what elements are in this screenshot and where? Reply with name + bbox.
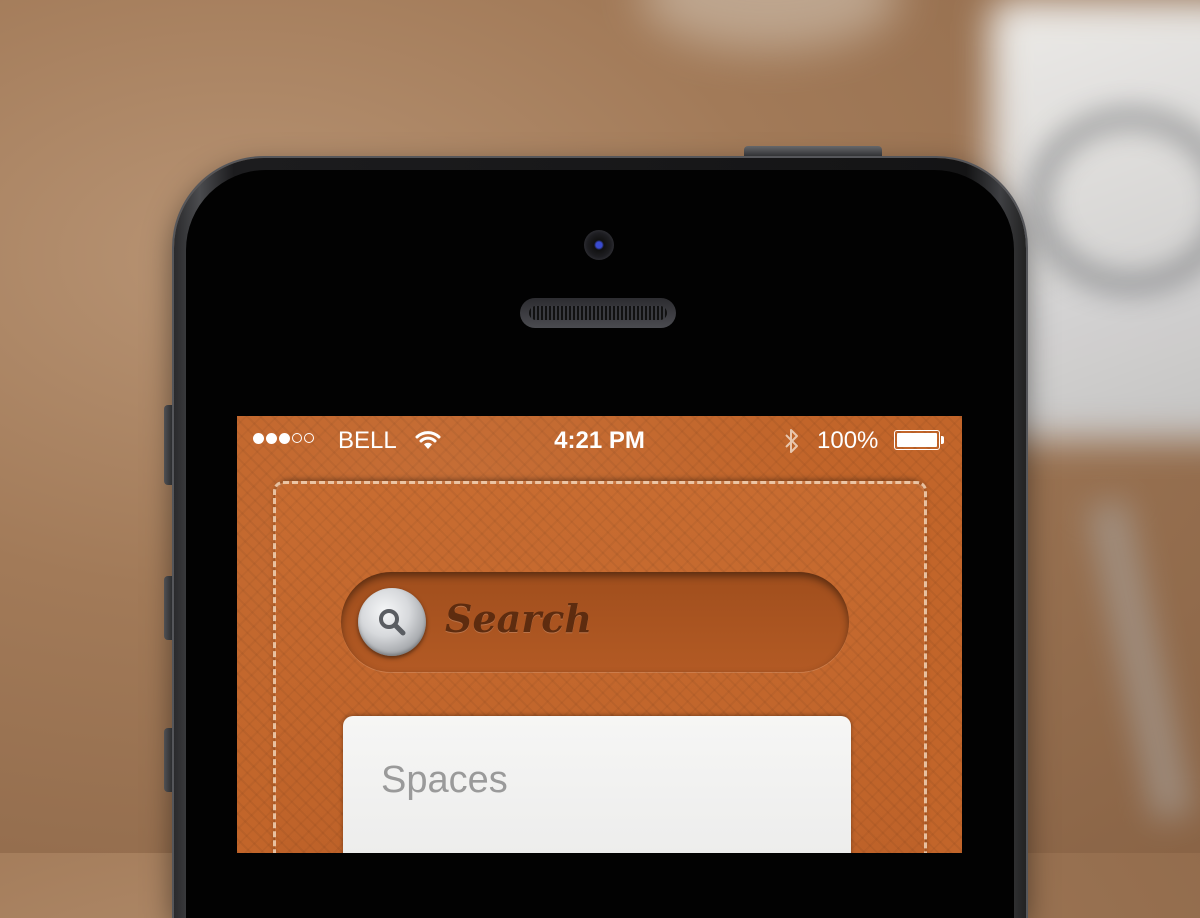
leather-pocket: Search Spaces (273, 481, 927, 853)
phone-screen: BELL 4:21 PM 100% Search Spaces (237, 416, 962, 853)
earpiece-speaker (520, 298, 676, 328)
search-placeholder: Search (445, 596, 593, 641)
background-pen (1087, 499, 1193, 821)
power-button (744, 146, 882, 158)
status-bar: BELL 4:21 PM 100% (237, 416, 962, 464)
search-button[interactable] (358, 588, 426, 656)
front-camera (584, 230, 614, 260)
battery-icon (894, 430, 946, 452)
bluetooth-icon (783, 428, 801, 461)
search-field[interactable]: Search (341, 572, 849, 672)
background-blur (640, 0, 900, 50)
battery-percentage: 100% (817, 427, 879, 454)
card-title: Spaces (381, 759, 508, 801)
magnifier-icon (379, 609, 406, 636)
spaces-card[interactable]: Spaces (343, 716, 851, 853)
